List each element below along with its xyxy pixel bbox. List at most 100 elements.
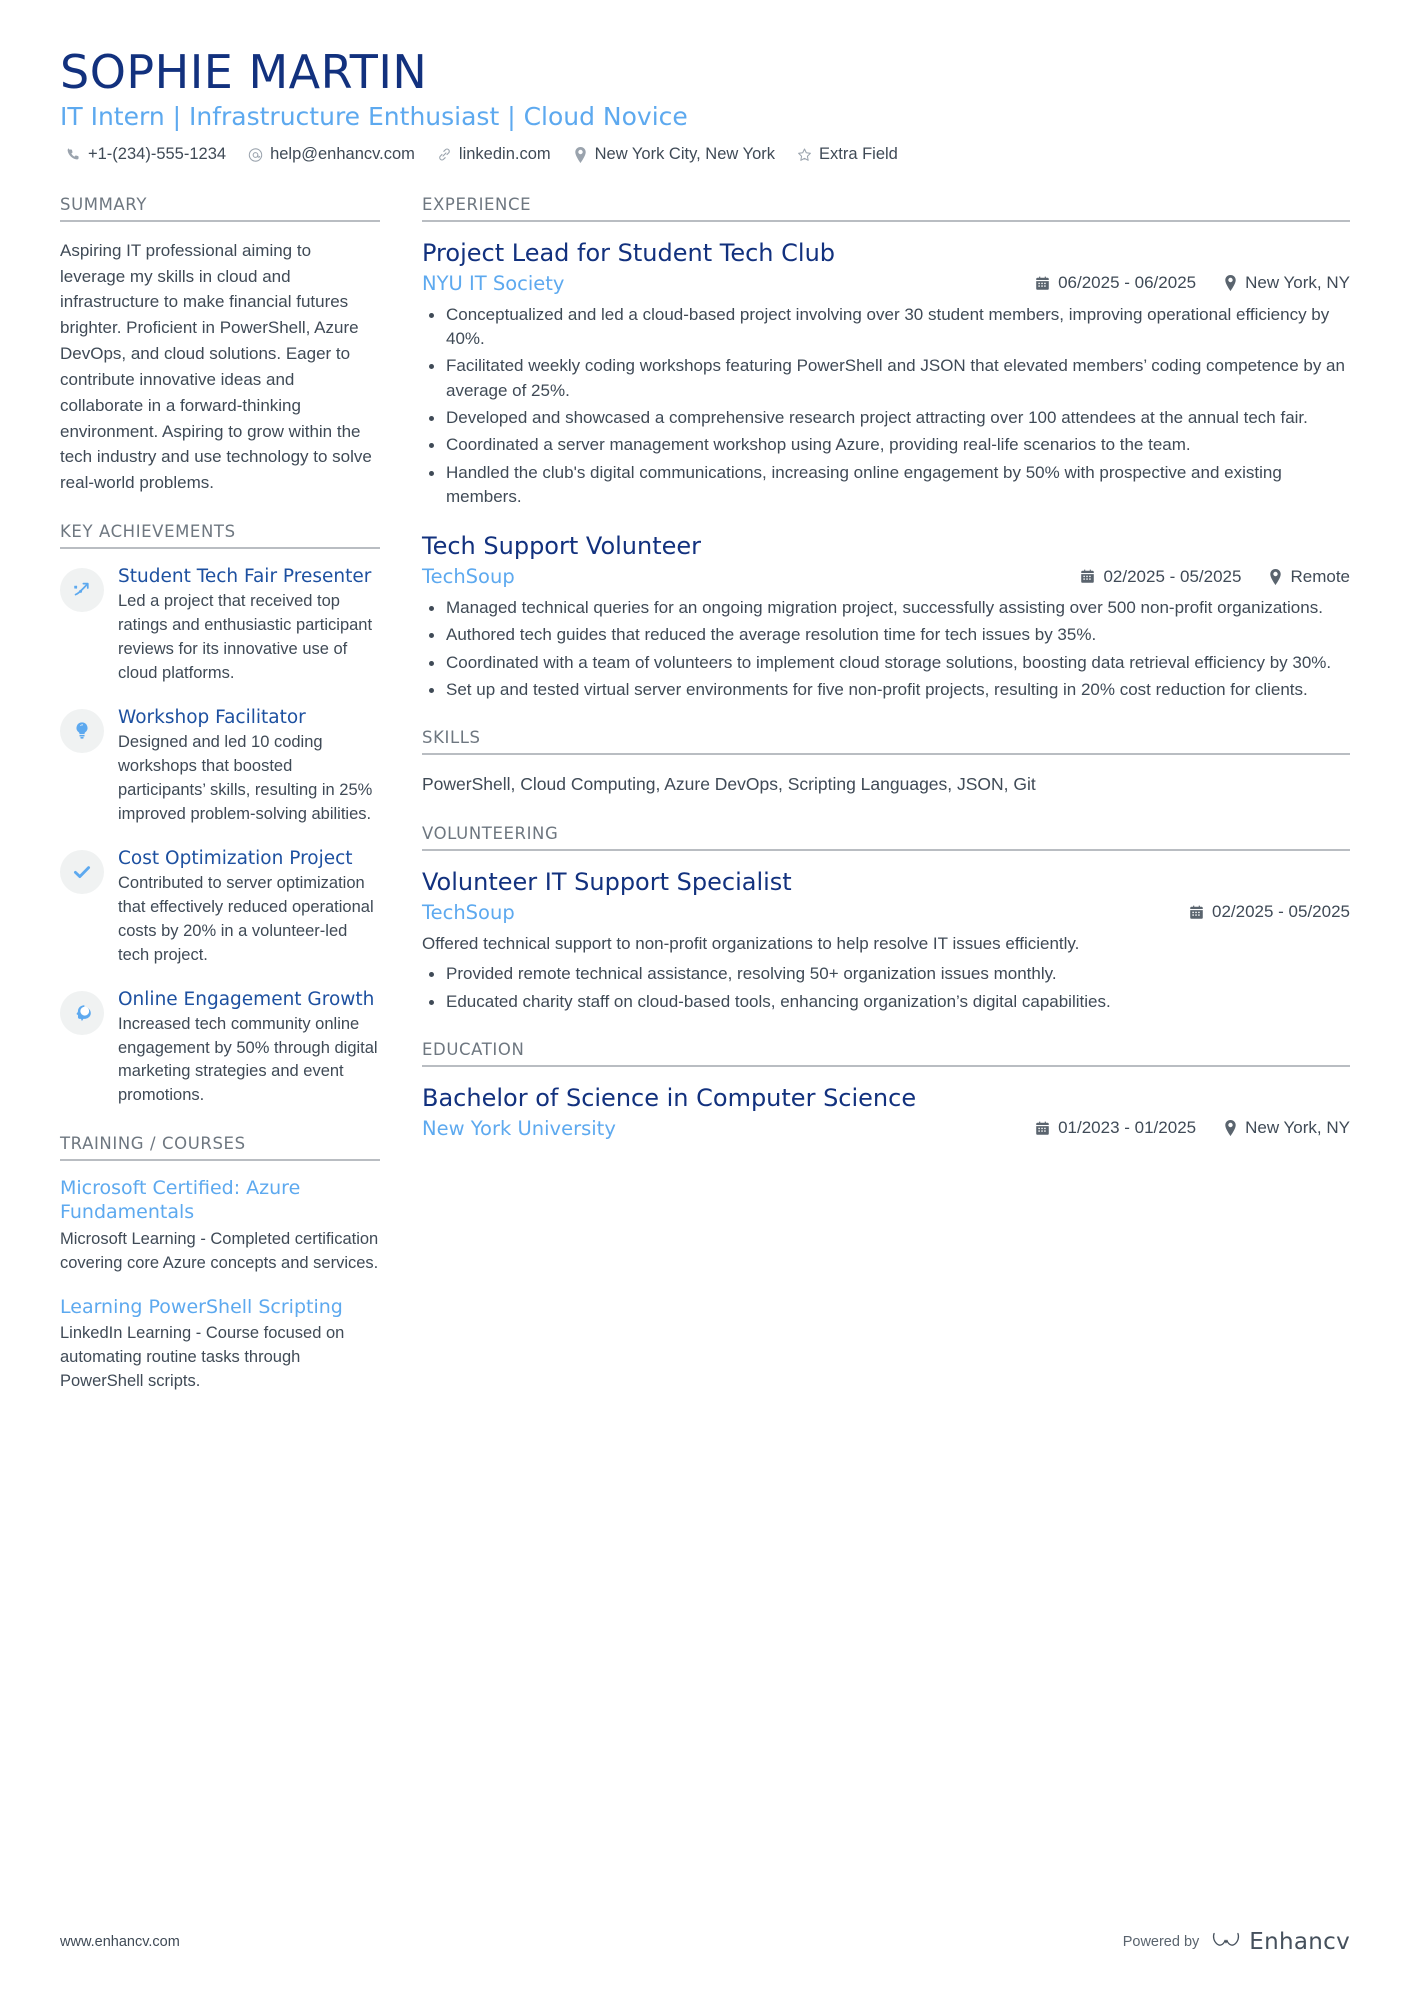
achievement-title: Online Engagement Growth xyxy=(118,988,375,1010)
achievement-item: Workshop Facilitator Designed and led 10… xyxy=(60,706,380,827)
calendar-icon xyxy=(1035,276,1050,291)
course-item: Microsoft Certified: Azure Fundamentals … xyxy=(60,1177,380,1275)
volunteering-organization: TechSoup xyxy=(422,900,515,924)
bullet-item: Coordinated with a team of volunteers to… xyxy=(422,651,1350,675)
section-key-achievements: KEY ACHIEVEMENTS Student Tech Fair Prese… xyxy=(60,522,380,1108)
contact-linkedin[interactable]: linkedin.com xyxy=(437,146,551,163)
trend-up-arrow-icon xyxy=(60,568,104,613)
education-location: New York, NY xyxy=(1224,1118,1350,1138)
experience-date-text: 06/2025 - 06/2025 xyxy=(1058,273,1197,293)
bullet-item: Provided remote technical assistance, re… xyxy=(422,962,1350,986)
experience-bullets: Managed technical queries for an ongoing… xyxy=(422,596,1350,702)
skills-section-title: SKILLS xyxy=(422,728,1350,756)
achievement-body: Workshop Facilitator Designed and led 10… xyxy=(118,706,380,827)
volunteering-date-text: 02/2025 - 05/2025 xyxy=(1211,902,1350,922)
resume-header: SOPHIE MARTIN IT Intern | Infrastructure… xyxy=(60,48,1350,169)
right-column: EXPERIENCE Project Lead for Student Tech… xyxy=(422,195,1350,1166)
enhancv-logo-icon xyxy=(1211,1928,1241,1955)
volunteering-intro: Offered technical support to non-profit … xyxy=(422,933,1080,953)
contact-email[interactable]: help@enhancv.com xyxy=(248,146,415,163)
link-icon xyxy=(437,147,452,162)
bullet-item: Educated charity staff on cloud-based to… xyxy=(422,990,1350,1014)
bullet-item: Conceptualized and led a cloud-based pro… xyxy=(422,303,1350,352)
course-title: Microsoft Certified: Azure Fundamentals xyxy=(60,1177,301,1224)
powered-by-label: Powered by xyxy=(1122,1933,1200,1950)
achievement-title: Workshop Facilitator xyxy=(118,706,306,728)
volunteering-bullets: Provided remote technical assistance, re… xyxy=(422,962,1350,1014)
email-icon xyxy=(248,147,263,162)
page-footer: www.enhancv.com Powered by Enhancv xyxy=(60,1928,1350,1955)
experience-title: Project Lead for Student Tech Club xyxy=(422,238,836,267)
enhancv-brand: Enhancv xyxy=(1211,1928,1350,1955)
experience-meta-right: 06/2025 - 06/2025 New York, NY xyxy=(1035,273,1350,293)
location-pin-icon xyxy=(1269,568,1282,585)
resume-body: SUMMARY Aspiring IT professional aiming … xyxy=(60,195,1350,1420)
education-meta-right: 01/2023 - 01/2025 New York, NY xyxy=(1035,1118,1350,1138)
contact-email-text: help@enhancv.com xyxy=(270,145,415,164)
volunteering-meta-right: 02/2025 - 05/2025 xyxy=(1189,902,1350,922)
checkmark-icon xyxy=(60,849,104,894)
volunteering-title: Volunteer IT Support Specialist xyxy=(422,867,792,896)
resume-page: SOPHIE MARTIN IT Intern | Infrastructure… xyxy=(0,0,1410,1995)
experience-location-text: Remote xyxy=(1290,566,1350,586)
skills-text: PowerShell, Cloud Computing, Azure DevOp… xyxy=(422,774,1036,795)
experience-organization: NYU IT Society xyxy=(422,271,565,295)
training-section-title: TRAINING / COURSES xyxy=(60,1134,380,1162)
location-pin-icon xyxy=(573,146,588,163)
contact-phone-text: +1-(234)-555-1234 xyxy=(88,145,227,164)
volunteering-meta: TechSoup 02/2025 - 05/2025 xyxy=(422,901,1350,924)
contact-location[interactable]: New York City, New York xyxy=(573,146,775,163)
experience-location: New York, NY xyxy=(1224,273,1350,293)
achievement-title: Cost Optimization Project xyxy=(118,847,353,869)
contact-row: +1-(234)-555-1234 help@enhancv.com linke… xyxy=(66,146,1350,163)
experience-section-title: EXPERIENCE xyxy=(422,195,1350,222)
head-thought-icon xyxy=(60,990,104,1035)
experience-date-text: 02/2025 - 05/2025 xyxy=(1103,566,1242,586)
star-icon xyxy=(797,147,812,162)
course-title: Learning PowerShell Scripting xyxy=(60,1295,343,1318)
achievement-body: Online Engagement Growth Increased tech … xyxy=(118,988,380,1109)
course-description: Microsoft Learning - Completed certifica… xyxy=(60,1229,379,1272)
experience-bullets: Conceptualized and led a cloud-based pro… xyxy=(422,303,1350,509)
achievements-section-title: KEY ACHIEVEMENTS xyxy=(60,522,380,550)
education-date: 01/2023 - 01/2025 xyxy=(1035,1118,1196,1138)
contact-extra-field[interactable]: Extra Field xyxy=(797,146,898,163)
section-education: EDUCATION Bachelor of Science in Compute… xyxy=(422,1040,1350,1140)
contact-location-text: New York City, New York xyxy=(594,145,775,164)
left-column: SUMMARY Aspiring IT professional aiming … xyxy=(60,195,380,1420)
experience-entry: Project Lead for Student Tech Club NYU I… xyxy=(422,238,1350,509)
education-meta: New York University 01/2023 - 01/2025 Ne… xyxy=(422,1117,1350,1140)
contact-phone[interactable]: +1-(234)-555-1234 xyxy=(66,146,226,163)
bullet-item: Handled the club's digital communication… xyxy=(422,461,1350,510)
section-training-courses: TRAINING / COURSES Microsoft Certified: … xyxy=(60,1134,380,1394)
course-description: LinkedIn Learning - Course focused on au… xyxy=(60,1324,345,1391)
course-item: Learning PowerShell Scripting LinkedIn L… xyxy=(60,1296,380,1395)
bullet-item: Set up and tested virtual server environ… xyxy=(422,678,1350,702)
section-experience: EXPERIENCE Project Lead for Student Tech… xyxy=(422,195,1350,703)
section-summary: SUMMARY Aspiring IT professional aiming … xyxy=(60,195,380,496)
experience-date: 06/2025 - 06/2025 xyxy=(1035,273,1196,293)
volunteering-entry: Volunteer IT Support Specialist TechSoup… xyxy=(422,867,1350,1014)
achievement-item: Online Engagement Growth Increased tech … xyxy=(60,988,380,1109)
location-pin-icon xyxy=(1224,275,1237,292)
experience-location: Remote xyxy=(1269,567,1350,587)
calendar-icon xyxy=(1080,569,1095,584)
achievement-item: Student Tech Fair Presenter Led a projec… xyxy=(60,565,380,686)
experience-entry: Tech Support Volunteer TechSoup 02/2025 … xyxy=(422,531,1350,702)
bullet-item: Coordinated a server management workshop… xyxy=(422,433,1350,457)
achievement-description: Designed and led 10 coding workshops tha… xyxy=(118,733,373,823)
bullet-item: Authored tech guides that reduced the av… xyxy=(422,623,1350,647)
contact-linkedin-text: linkedin.com xyxy=(458,145,551,164)
experience-meta: TechSoup 02/2025 - 05/2025 Remote xyxy=(422,565,1350,588)
calendar-icon xyxy=(1035,1121,1050,1136)
summary-section-title: SUMMARY xyxy=(60,195,380,222)
calendar-icon xyxy=(1189,905,1204,920)
phone-icon xyxy=(66,147,81,162)
footer-branding: Powered by Enhancv xyxy=(1123,1928,1350,1955)
volunteering-section-title: VOLUNTEERING xyxy=(422,824,1350,851)
experience-date: 02/2025 - 05/2025 xyxy=(1080,567,1241,587)
contact-extra-field-text: Extra Field xyxy=(819,145,898,164)
footer-website-url[interactable]: www.enhancv.com xyxy=(60,1934,180,1950)
volunteering-date: 02/2025 - 05/2025 xyxy=(1189,902,1350,922)
achievement-item: Cost Optimization Project Contributed to… xyxy=(60,847,380,968)
